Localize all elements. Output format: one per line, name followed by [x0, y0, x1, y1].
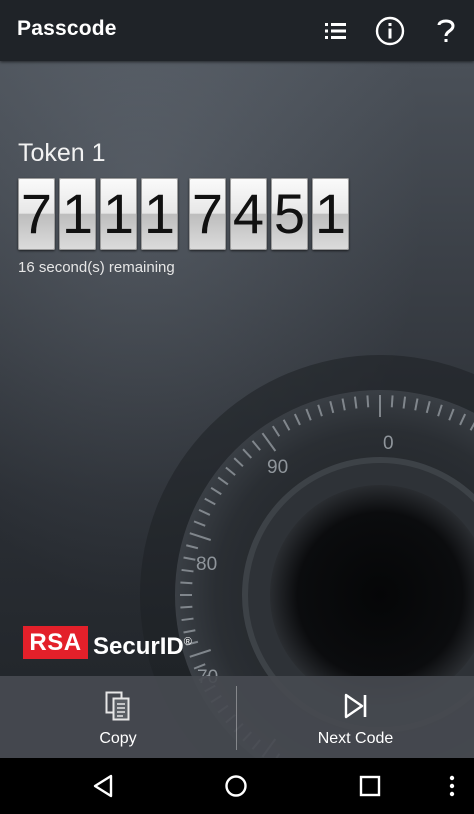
page-title: Passcode [17, 17, 117, 40]
back-icon[interactable] [85, 768, 121, 804]
rsa-logo: RSA [23, 626, 88, 659]
passcode-digit: 4 [230, 178, 267, 250]
help-icon[interactable] [428, 13, 464, 49]
next-code-label: Next Code [317, 730, 394, 747]
token-name: Token 1 [18, 139, 106, 167]
time-remaining-text: 16 second(s) remaining [18, 259, 175, 276]
passcode-digit: 7 [189, 178, 226, 250]
overflow-menu-icon[interactable] [434, 768, 470, 804]
bottom-action-bar: Copy Next Code [0, 676, 474, 758]
passcode-digit: 1 [141, 178, 178, 250]
copy-button[interactable]: Copy [0, 676, 236, 758]
passcode-digit: 5 [271, 178, 308, 250]
home-icon[interactable] [218, 768, 254, 804]
passcode-digit: 1 [312, 178, 349, 250]
passcode-screen: 0 90 80 70 Passcode [0, 0, 474, 814]
list-icon[interactable] [318, 13, 354, 49]
copy-label: Copy [99, 730, 137, 747]
trademark-mark: ® [183, 636, 192, 648]
info-icon[interactable] [372, 13, 408, 49]
securid-wordmark: SecurID [93, 633, 184, 660]
system-nav-bar [0, 758, 474, 814]
passcode-digit: 7 [18, 178, 55, 250]
recents-icon[interactable] [352, 768, 388, 804]
copy-icon [105, 691, 131, 721]
next-code-button[interactable]: Next Code [237, 676, 474, 758]
app-bar: Passcode [0, 0, 474, 61]
skip-next-icon [343, 691, 369, 721]
securid-logo: SecurID® [93, 627, 192, 662]
passcode-digit: 1 [100, 178, 137, 250]
passcode-digit: 1 [59, 178, 96, 250]
